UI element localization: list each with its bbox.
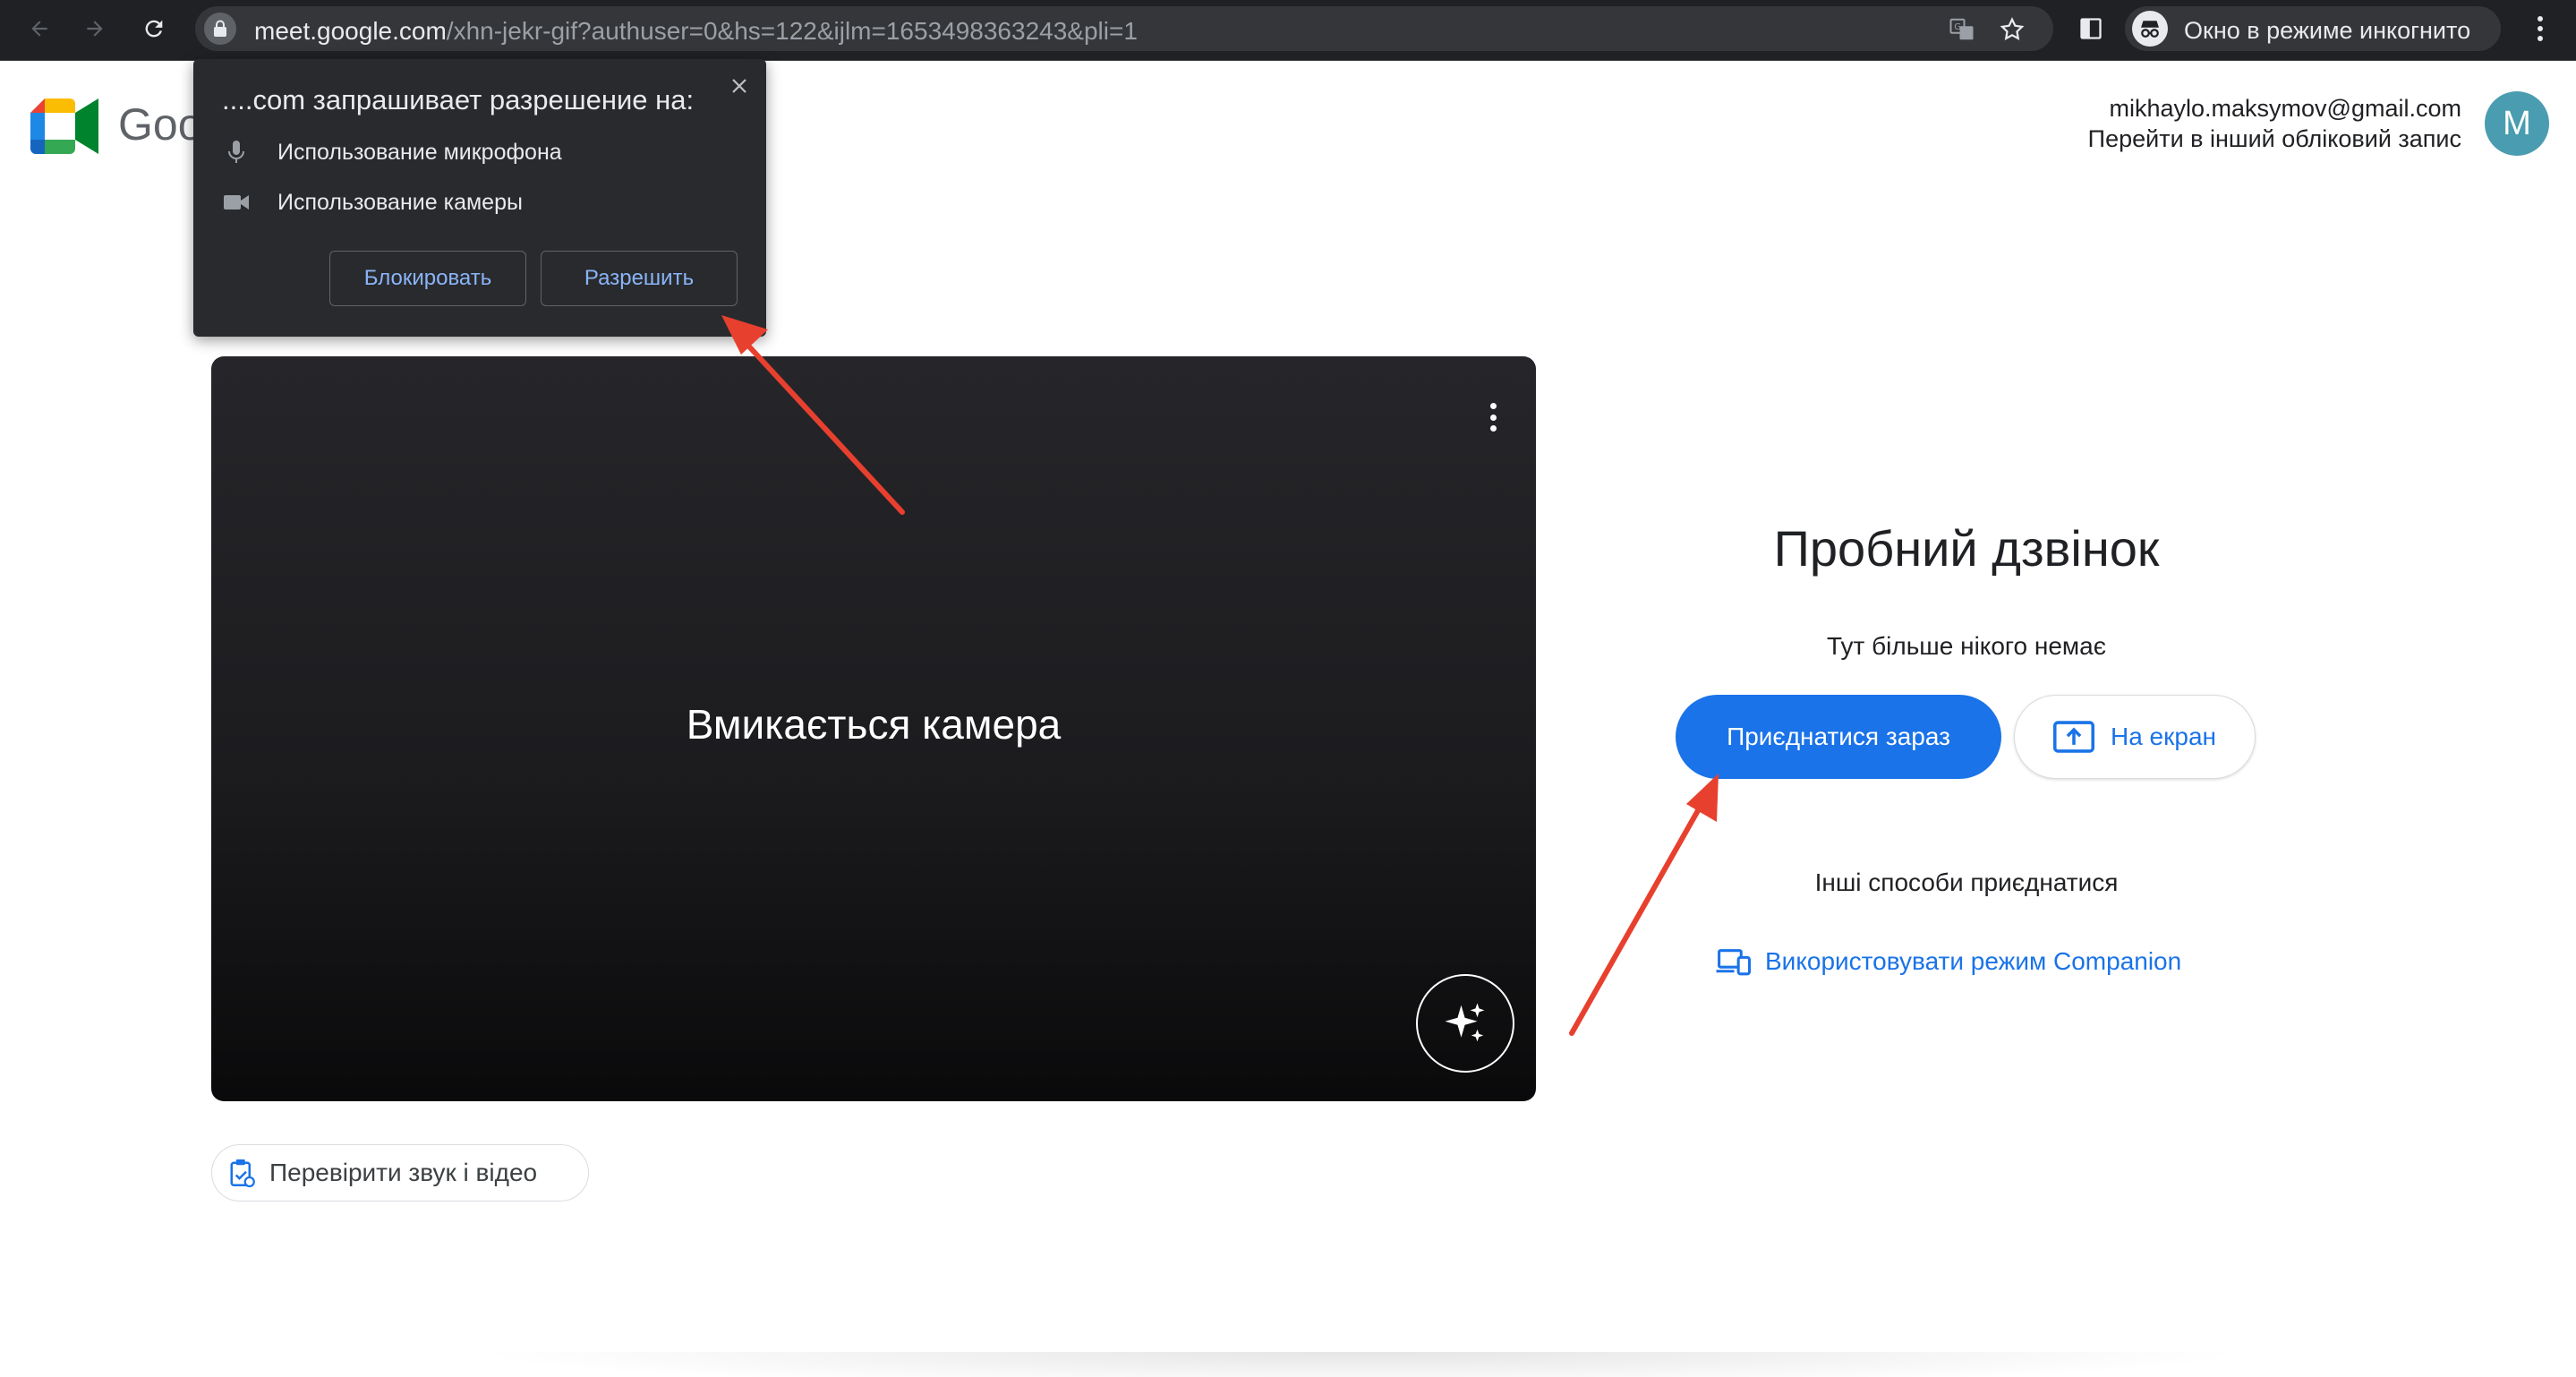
- visual-effects-button[interactable]: [1416, 974, 1514, 1073]
- block-button[interactable]: Блокировать: [329, 251, 526, 306]
- url-path: /xhn-jekr-gif?authuser=0&hs=122&ijlm=165…: [446, 17, 1138, 45]
- join-now-button[interactable]: Приєднатися зараз: [1676, 695, 2001, 779]
- google-meet-logo-icon[interactable]: [30, 98, 98, 154]
- permission-prompt: ....com запрашивает разрешение на: Испол…: [193, 59, 766, 337]
- clipboard-check-icon: [230, 1159, 255, 1188]
- address-bar[interactable]: meet.google.com/xhn-jekr-gif?authuser=0&…: [195, 6, 2053, 51]
- present-label: На екран: [2110, 723, 2216, 750]
- url-host: meet.google.com: [254, 17, 447, 45]
- present-screen-icon: [2052, 721, 2094, 753]
- companion-mode-label: Використовувати режим Companion: [1765, 947, 2182, 975]
- bottom-sheet-shadow: [465, 1352, 2256, 1377]
- meeting-title: Пробний дзвінок: [1773, 520, 2160, 577]
- brand-name[interactable]: Goo: [118, 98, 203, 150]
- check-audio-video-label: Перевірити звук і відео: [269, 1159, 538, 1186]
- side-panel-icon[interactable]: [2071, 9, 2111, 48]
- close-icon[interactable]: [723, 70, 755, 102]
- page: meet.google.com/xhn-jekr-gif?authuser=0&…: [0, 0, 2576, 1377]
- svg-text:G: G: [1954, 22, 1961, 32]
- permission-label: Использование микрофона: [277, 139, 562, 165]
- camera-icon: [222, 188, 251, 217]
- reload-icon[interactable]: [134, 9, 174, 48]
- allow-button[interactable]: Разрешить: [541, 251, 738, 306]
- check-audio-video-button[interactable]: Перевірити звук і відео: [211, 1144, 589, 1202]
- arrow-to-join-button: [1569, 774, 1719, 1036]
- browser-menu-icon[interactable]: [2521, 9, 2560, 48]
- translate-icon[interactable]: G: [1946, 13, 1978, 46]
- permission-label: Использование камеры: [277, 189, 523, 215]
- bookmark-star-icon[interactable]: [1996, 13, 2028, 46]
- account-info: mikhaylo.maksymov@gmail.com Перейти в ін…: [2088, 93, 2461, 154]
- browser-toolbar: meet.google.com/xhn-jekr-gif?authuser=0&…: [0, 0, 2576, 61]
- present-button[interactable]: На екран: [2014, 695, 2256, 779]
- microphone-icon: [222, 138, 251, 167]
- companion-devices-icon: [1716, 949, 1751, 976]
- other-join-options-heading: Інші способи приєднатися: [1814, 868, 2119, 896]
- sparkle-icon: [1445, 1003, 1485, 1042]
- video-preview: Вмикається камера: [211, 356, 1536, 1101]
- switch-account-link[interactable]: Перейти в інший обліковий запис: [2088, 124, 2461, 154]
- lock-icon[interactable]: [204, 13, 236, 45]
- companion-mode-link[interactable]: Використовувати режим Companion: [1715, 944, 2181, 979]
- participants-status: Тут більше нікого немає: [1826, 632, 2107, 660]
- more-options-icon[interactable]: [1482, 399, 1504, 435]
- forward-icon[interactable]: [75, 9, 115, 48]
- incognito-label: Окно в режиме инкогнито: [2184, 17, 2471, 44]
- back-icon[interactable]: [20, 9, 59, 48]
- incognito-badge[interactable]: Окно в режиме инкогнито: [2125, 6, 2501, 51]
- permission-item-camera: Использование камеры: [222, 184, 523, 220]
- camera-status-text: Вмикається камера: [686, 701, 1062, 748]
- url-text[interactable]: meet.google.com/xhn-jekr-gif?authuser=0&…: [254, 17, 1138, 46]
- incognito-icon: [2132, 11, 2168, 47]
- permission-title: ....com запрашивает разрешение на:: [222, 84, 695, 115]
- account-email: mikhaylo.maksymov@gmail.com: [2109, 95, 2462, 122]
- permission-item-microphone: Использование микрофона: [222, 134, 562, 170]
- avatar[interactable]: M: [2485, 91, 2549, 156]
